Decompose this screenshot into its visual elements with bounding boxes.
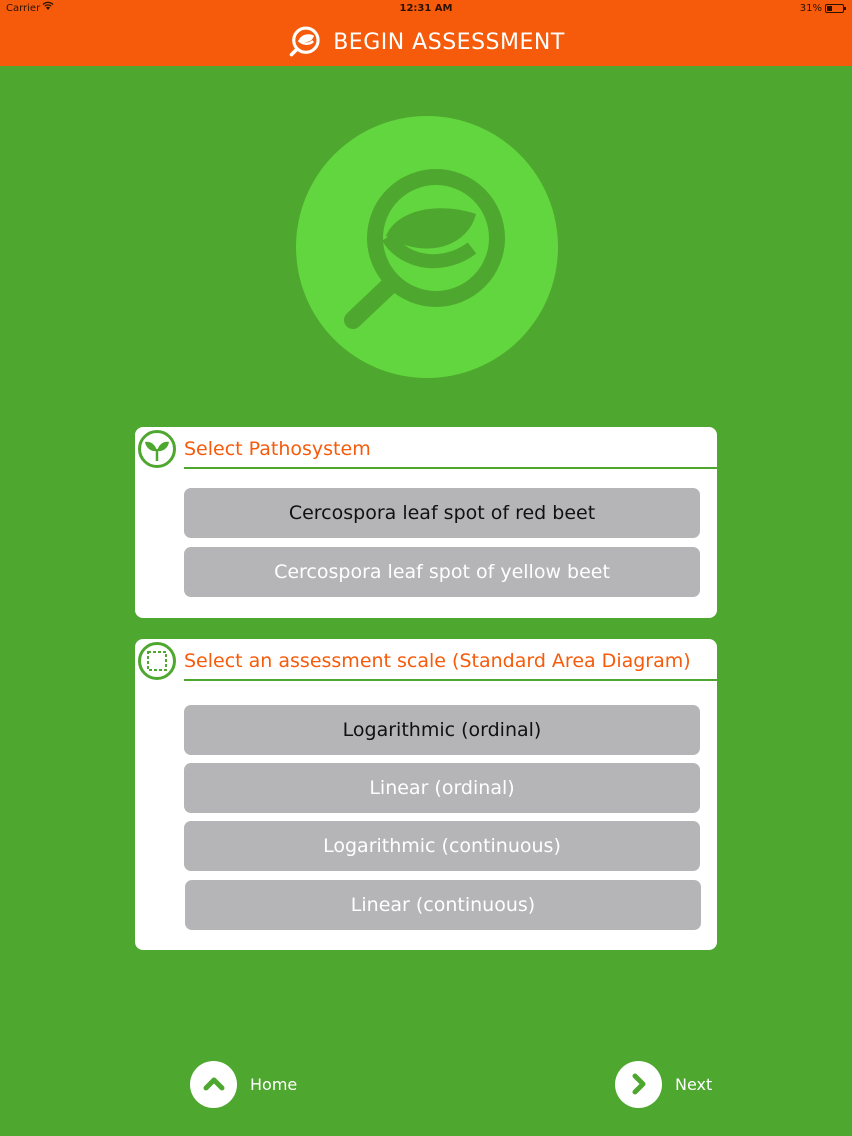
scale-option-linear-continuous[interactable]: Linear (continuous) — [185, 880, 701, 930]
leaf-magnifier-icon — [289, 26, 320, 57]
scale-option-log-ordinal[interactable]: Logarithmic (ordinal) — [184, 705, 700, 755]
plant-icon — [138, 430, 176, 468]
battery-icon — [825, 4, 846, 13]
pathosystem-header: Select Pathosystem — [138, 430, 717, 470]
pathosystem-option-red-beet[interactable]: Cercospora leaf spot of red beet — [184, 488, 700, 538]
home-button[interactable]: Home — [190, 1060, 297, 1108]
page-title: BEGIN ASSESSMENT — [333, 29, 565, 55]
dashed-square-icon — [138, 642, 176, 680]
pathosystem-option-yellow-beet[interactable]: Cercospora leaf spot of yellow beet — [184, 547, 700, 597]
battery-percent: 31% — [799, 3, 822, 14]
header: BEGIN ASSESSMENT — [0, 18, 852, 66]
status-bar: Carrier 12:31 AM 31% — [0, 0, 852, 18]
top-bar: Carrier 12:31 AM 31% BEGIN ASSESSMENT — [0, 0, 852, 66]
divider — [184, 679, 717, 681]
next-button[interactable]: Next — [615, 1060, 712, 1108]
scale-option-linear-ordinal[interactable]: Linear (ordinal) — [184, 763, 700, 813]
next-label: Next — [675, 1074, 713, 1094]
scale-card: Select an assessment scale (Standard Are… — [135, 639, 717, 950]
chevron-up-icon[interactable] — [190, 1060, 237, 1108]
pathosystem-card: Select Pathosystem Cercospora leaf spot … — [135, 427, 717, 618]
scale-header: Select an assessment scale (Standard Are… — [138, 642, 717, 682]
clock: 12:31 AM — [399, 3, 453, 14]
divider — [184, 467, 717, 469]
chevron-right-icon[interactable] — [615, 1060, 662, 1108]
home-label: Home — [250, 1074, 298, 1094]
app-logo — [296, 116, 558, 378]
pathosystem-title: Select Pathosystem — [184, 438, 371, 460]
scale-option-log-continuous[interactable]: Logarithmic (continuous) — [184, 821, 700, 871]
scale-title: Select an assessment scale (Standard Are… — [184, 650, 691, 672]
